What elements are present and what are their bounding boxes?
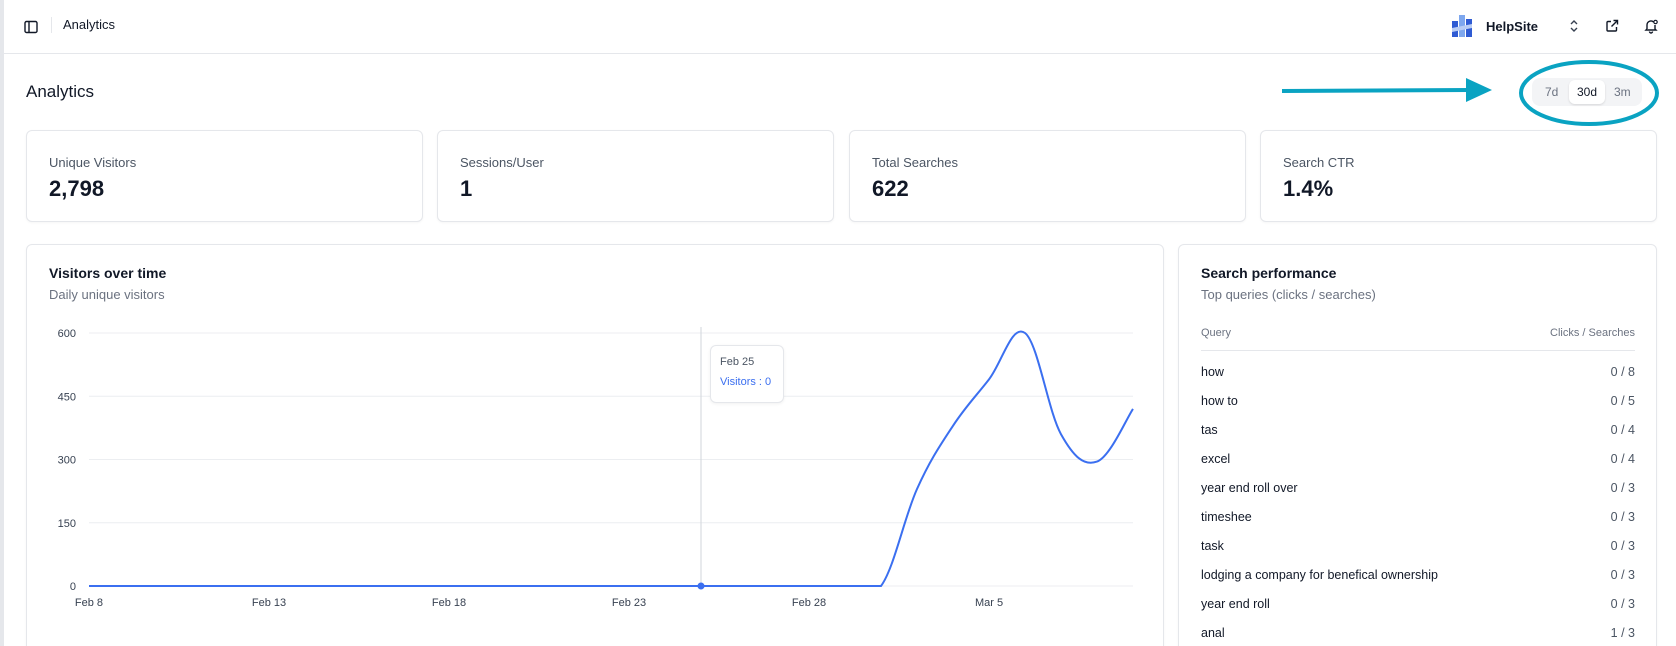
clicks-searches: 0 / 3 (1610, 539, 1635, 553)
y-tick-label: 600 (58, 328, 76, 340)
x-tick-label: Feb 23 (612, 597, 646, 609)
x-axis-ticks: Feb 8 Feb 13 Feb 18 Feb 23 Feb 28 Mar 5 (75, 597, 1003, 609)
panel-subtitle: Top queries (clicks / searches) (1201, 287, 1376, 302)
table-row[interactable]: lodging a company for benefical ownershi… (1201, 568, 1635, 588)
search-performance-panel: Search performance Top queries (clicks /… (1178, 244, 1657, 646)
x-tick-label: Mar 5 (975, 597, 1003, 609)
clicks-searches: 0 / 3 (1610, 568, 1635, 582)
table-row[interactable]: task 0 / 3 (1201, 539, 1635, 559)
tooltip-value: Visitors : 0 (720, 376, 772, 388)
x-tick-label: Feb 18 (432, 597, 466, 609)
x-tick-label: Feb 8 (75, 597, 103, 609)
table-row[interactable]: year end roll over 0 / 3 (1201, 481, 1635, 501)
y-tick-label: 150 (58, 518, 76, 530)
chart-tooltip: Feb 25 Visitors : 0 (710, 345, 784, 403)
table-row[interactable]: year end roll 0 / 3 (1201, 597, 1635, 617)
y-tick-label: 0 (70, 581, 76, 593)
table-row[interactable]: excel 0 / 4 (1201, 452, 1635, 472)
table-divider (1201, 350, 1635, 351)
clicks-searches: 0 / 3 (1610, 597, 1635, 611)
clicks-searches: 1 / 3 (1610, 626, 1635, 640)
clicks-searches: 0 / 5 (1610, 394, 1635, 408)
panel-title: Search performance (1201, 265, 1337, 281)
column-header-query: Query (1201, 327, 1231, 339)
query-text: how (1201, 365, 1224, 379)
query-text: excel (1201, 452, 1231, 466)
query-text: timeshee (1201, 510, 1252, 524)
query-text: tas (1201, 423, 1218, 437)
y-tick-label: 450 (58, 391, 76, 403)
column-header-clicks-searches: Clicks / Searches (1550, 327, 1635, 339)
table-row[interactable]: how 0 / 8 (1201, 365, 1635, 385)
query-text: anal (1201, 626, 1225, 640)
x-tick-label: Feb 13 (252, 597, 286, 609)
query-text: year end roll over (1201, 481, 1298, 495)
query-text: year end roll (1201, 597, 1270, 611)
y-tick-label: 300 (58, 455, 76, 467)
clicks-searches: 0 / 3 (1610, 510, 1635, 524)
query-text: task (1201, 539, 1224, 553)
table-row[interactable]: tas 0 / 4 (1201, 423, 1635, 443)
chart-grid (89, 332, 1133, 587)
query-text: how to (1201, 394, 1238, 408)
x-tick-label: Feb 28 (792, 597, 826, 609)
clicks-searches: 0 / 8 (1610, 365, 1635, 379)
hover-point (697, 582, 705, 590)
table-row[interactable]: how to 0 / 5 (1201, 394, 1635, 414)
y-axis-ticks: 0 150 300 450 600 (58, 328, 76, 593)
clicks-searches: 0 / 4 (1610, 423, 1635, 437)
query-text: lodging a company for benefical ownershi… (1201, 568, 1438, 582)
table-row[interactable]: anal 1 / 3 (1201, 626, 1635, 646)
tooltip-date: Feb 25 (720, 356, 755, 368)
clicks-searches: 0 / 3 (1610, 481, 1635, 495)
table-row[interactable]: timeshee 0 / 3 (1201, 510, 1635, 530)
clicks-searches: 0 / 4 (1610, 452, 1635, 466)
series-line-visitors (88, 330, 1134, 588)
